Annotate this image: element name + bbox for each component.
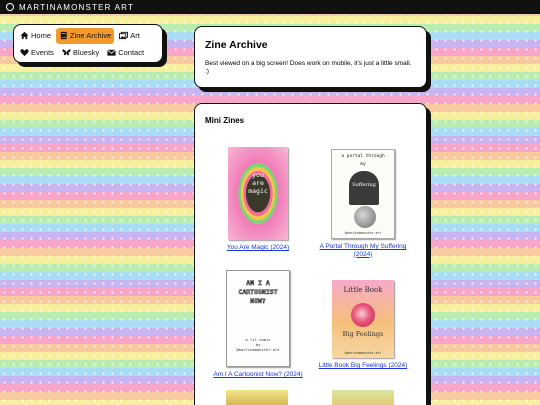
zine-link-little-book[interactable]: Little Book Big Feelings (2024) [313,362,413,370]
tombstone-graphic: Suffering [349,171,379,205]
top-bar: MARTINAMONSTER ART [0,0,540,14]
page-title: Zine Archive [205,39,268,51]
zine-link-portal-suffering[interactable]: A Portal Through My Suffering (2024) [313,243,413,258]
nav-item-events[interactable]: Events [17,45,57,61]
images-icon [119,31,129,40]
nav-label-art: Art [130,31,140,40]
cover-text-line: @martinamonster.art [344,231,382,235]
zine-cover-cartoonist-now[interactable]: AM I A CARTOONIST NOW? a lil comic by @m… [226,270,290,367]
nav-label-bluesky: Bluesky [72,48,100,57]
logo-circle-icon [6,3,14,11]
nav-label-events: Events [31,48,54,57]
nav-label-contact: Contact [118,48,145,57]
zine-cover-portal-suffering[interactable]: a portal through my Suffering @martinamo… [331,149,395,239]
cover-text-line: a portal through [341,154,385,159]
nav-item-contact[interactable]: Contact [104,45,147,61]
zine-cover-partial[interactable] [226,390,288,405]
cover-text-line: @martinamonster.art [236,347,280,352]
nav-item-bluesky[interactable]: Bluesky [59,45,102,61]
home-icon [20,31,29,40]
cover-text-line: NOW? [250,297,266,306]
zine-item: a portal through my Suffering @martinamo… [313,149,413,258]
cover-text-line: Suffering [352,182,376,188]
nav-card: Home Zine Archive Art Events Bluesky Con… [13,24,163,63]
site-title[interactable]: MARTINAMONSTER ART [19,3,134,12]
heart-icon [20,48,29,57]
nav-item-art[interactable]: Art [116,28,143,44]
book-icon [59,31,68,40]
cover-text-line: Little Book [343,286,383,294]
cover-text-line: are [252,179,264,187]
zines-card: Mini Zines you are magic You Are Magic (… [194,103,427,405]
nav-item-home[interactable]: Home [17,28,54,44]
zine-cover-you-are-magic[interactable]: you are magic [228,147,288,240]
zine-cover-partial[interactable] [332,390,394,405]
zine-link-cartoonist-now[interactable]: Am I A Cartoonist Now? (2024) [208,371,308,379]
moon-graphic [354,206,376,228]
nav-label-home: Home [31,31,52,40]
nav-item-zine-archive[interactable]: Zine Archive [56,27,115,44]
nav-label-zine-archive: Zine Archive [70,31,112,40]
cover-text-line: magic [248,187,268,195]
zine-link-you-are-magic[interactable]: You Are Magic (2024) [208,244,308,252]
cover-text-line: you [252,171,264,179]
butterfly-icon [62,48,71,57]
cover-text-line: AM I A [246,279,270,288]
section-title: Mini Zines [205,116,245,125]
zine-item: AM I A CARTOONIST NOW? a lil comic by @m… [208,270,308,379]
zine-item: Little Book Big Feelings @martinamonster… [313,280,413,370]
zine-item: you are magic You Are Magic (2024) [208,147,308,252]
cover-text-line: @martinamonster.art [344,351,382,355]
zine-cover-little-book[interactable]: Little Book Big Feelings @martinamonster… [332,280,394,358]
cover-text-line: Big Feelings [342,330,384,338]
cover-text-line: CARTOONIST [238,288,278,297]
envelope-icon [107,48,116,57]
header-card: Zine Archive Best viewed on a big screen… [194,26,427,88]
viewing-note: Best viewed on a big screen! Does work o… [205,60,412,75]
rose-graphic [351,303,375,327]
cover-text-line: my [360,162,366,167]
